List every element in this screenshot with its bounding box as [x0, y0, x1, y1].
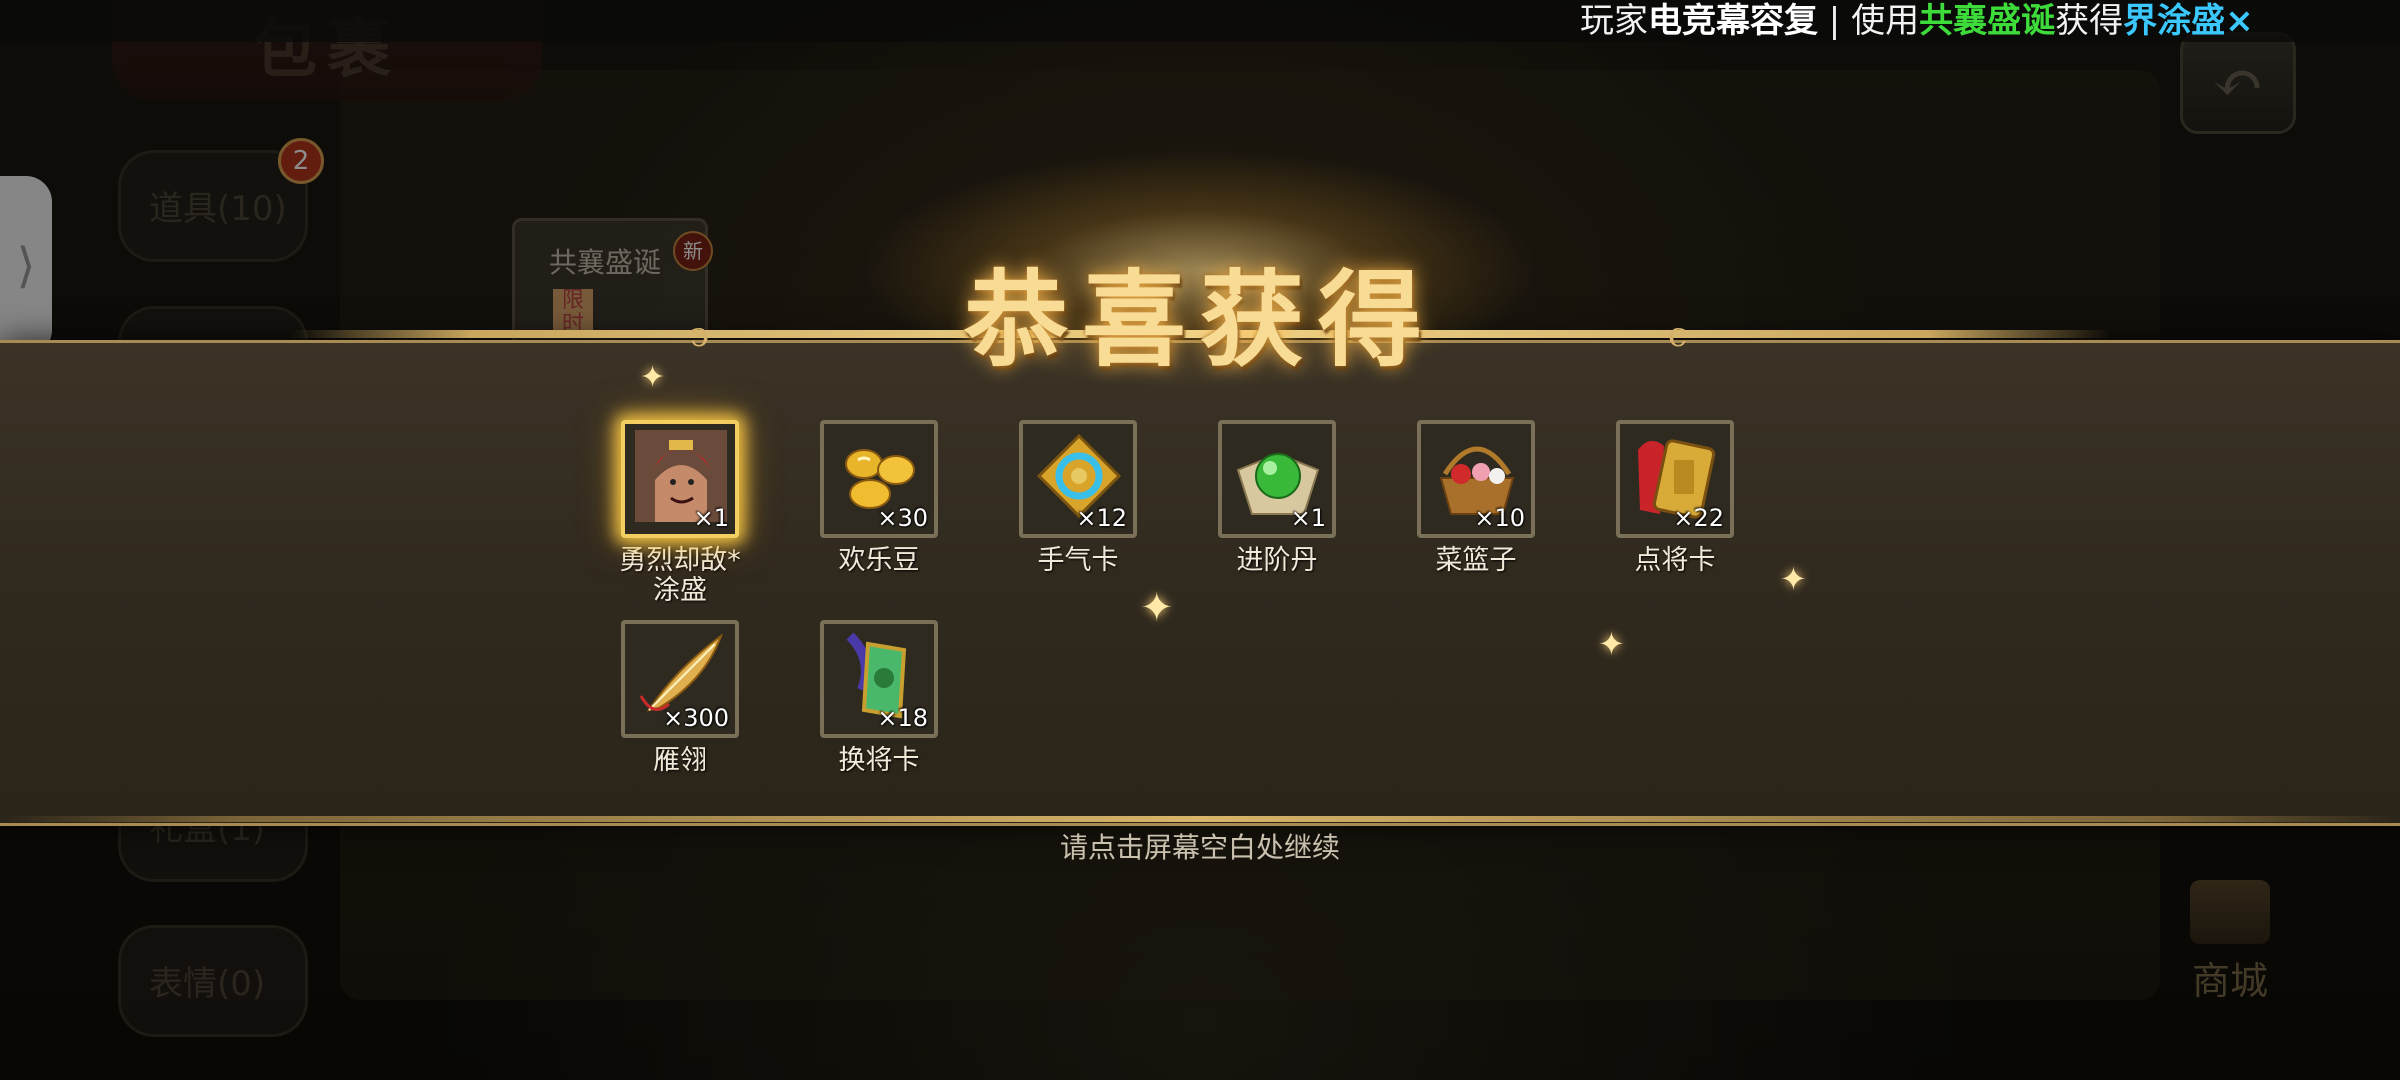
marquee-text: 玩家	[1580, 1, 1648, 41]
item-slot: ×300	[621, 620, 739, 738]
reward-grid: ×1 勇烈却敌*涂盛 ×30 欢乐豆 ×12 手气卡 ×1 进阶丹 ×10 菜篮…	[610, 420, 1810, 800]
marquee-text: | 使用	[1818, 1, 1920, 41]
item-slot: ×1	[621, 420, 739, 538]
item-slot: ×22	[1616, 420, 1734, 538]
item-quantity: ×18	[877, 704, 928, 732]
sparkle-icon: ✦	[640, 360, 666, 395]
item-slot: ×18	[820, 620, 938, 738]
item-quantity: ×30	[877, 504, 928, 532]
item-name: 勇烈却敌*涂盛	[619, 545, 741, 606]
item-name: 欢乐豆	[838, 545, 920, 576]
marquee-player: 电竞幕容复	[1648, 1, 1818, 41]
item-slot: ×12	[1019, 420, 1137, 538]
reward-item[interactable]: ×30 欢乐豆	[809, 420, 949, 576]
item-name: 雁翎	[653, 745, 707, 776]
item-name: 进阶丹	[1236, 545, 1318, 576]
item-slot: ×10	[1417, 420, 1535, 538]
item-quantity: ×22	[1673, 504, 1724, 532]
item-name: 换将卡	[838, 745, 920, 776]
item-quantity: ×300	[663, 704, 729, 732]
reward-item[interactable]: ×300 雁翎	[610, 620, 750, 776]
banner-border-bottom	[0, 816, 2400, 822]
reward-item[interactable]: ×12 手气卡	[1008, 420, 1148, 576]
item-quantity: ×1	[1290, 504, 1326, 532]
reward-item[interactable]: ×1 勇烈却敌*涂盛	[610, 420, 750, 606]
item-quantity: ×1	[693, 504, 729, 532]
item-quantity: ×12	[1076, 504, 1127, 532]
marquee-reward: 界涂盛×	[2123, 1, 2254, 41]
item-name: 菜篮子	[1435, 545, 1517, 576]
item-quantity: ×10	[1474, 504, 1525, 532]
marquee-item: 共襄盛诞	[1919, 1, 2056, 41]
announcement-marquee: 玩家电竞幕容复 | 使用共襄盛诞获得界涂盛×	[0, 0, 2400, 42]
item-name: 点将卡	[1634, 545, 1716, 576]
reward-item[interactable]: ×10 菜篮子	[1406, 420, 1546, 576]
item-slot: ×1	[1218, 420, 1336, 538]
reward-title: 恭喜获得	[963, 258, 1436, 381]
reward-item[interactable]: ×18 换将卡	[809, 620, 949, 776]
item-slot: ×30	[820, 420, 938, 538]
item-name: 手气卡	[1037, 545, 1119, 576]
marquee-text: 获得	[2055, 1, 2124, 41]
reward-item[interactable]: ×22 点将卡	[1605, 420, 1745, 576]
right-curl-ornament: c	[1668, 315, 1688, 355]
reward-item[interactable]: ×1 进阶丹	[1207, 420, 1347, 576]
continue-hint: 请点击屏幕空白处继续	[1059, 831, 1340, 864]
left-curl-ornament: ↄ	[690, 315, 710, 355]
